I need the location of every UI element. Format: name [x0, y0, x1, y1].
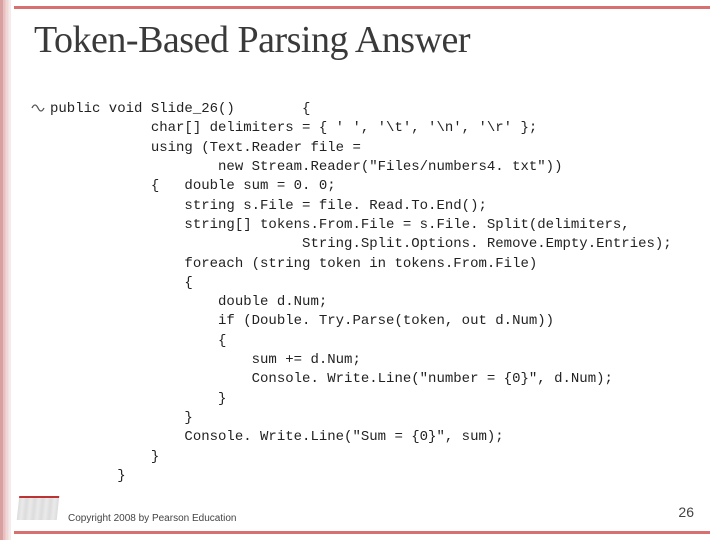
slide-title: Token-Based Parsing Answer — [34, 18, 700, 62]
code-listing: public void Slide_26() { char[] delimite… — [50, 100, 704, 486]
left-stripe-decoration — [0, 0, 14, 540]
book-icon — [18, 490, 60, 522]
copyright-text: Copyright 2008 by Pearson Education — [68, 513, 236, 524]
bottom-rule — [14, 531, 710, 534]
bullet-icon — [30, 100, 46, 121]
top-rule — [14, 6, 710, 9]
page-number: 26 — [678, 504, 694, 520]
